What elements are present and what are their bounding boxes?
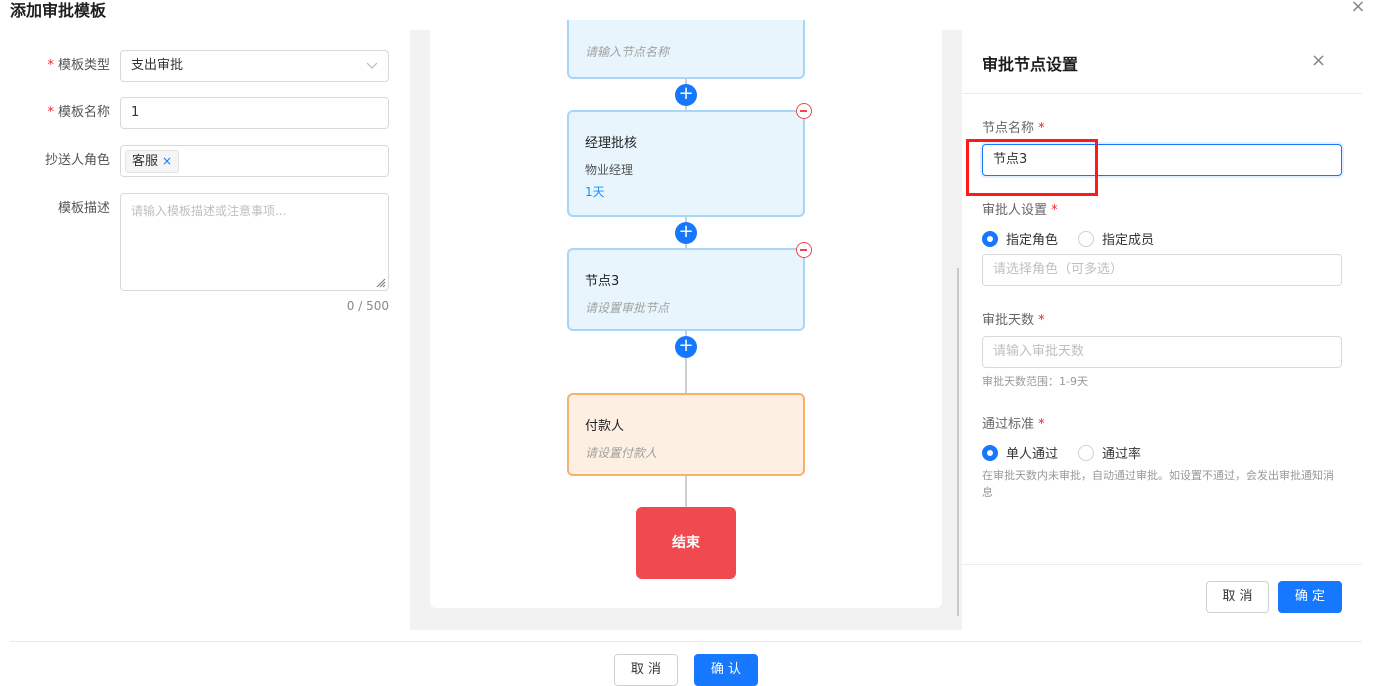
template-name-value: 1 (131, 105, 140, 120)
template-desc-label: 模板描述 (57, 201, 110, 216)
annotation-highlight-box (966, 139, 1098, 196)
approver-settings-label: 审批人设置 * (982, 203, 1058, 218)
node-role: 物业经理 (585, 163, 634, 177)
flow-node-3[interactable]: 节点3 请设置审批节点 (567, 248, 805, 331)
role-select-input[interactable]: 请选择角色（可多选） (982, 254, 1342, 286)
pass-criteria-label: 通过标准 * (982, 417, 1045, 432)
radio-checked-icon (982, 444, 998, 461)
dialog-close-icon[interactable]: × (1348, 0, 1368, 18)
radio-checked-icon (982, 230, 998, 247)
approval-days-help: 审批天数范围：1-9天 (982, 375, 1088, 388)
template-type-select[interactable]: 支出审批 (120, 50, 389, 82)
node-days: 1天 (585, 185, 605, 199)
node-hint: 请设置审批节点 (585, 301, 670, 315)
radio-specify-role[interactable]: 指定角色 (982, 229, 1058, 248)
panel-close-icon[interactable]: × (1311, 50, 1326, 71)
add-node-plus-icon[interactable]: + (675, 336, 697, 358)
node-title: 节点3 (585, 274, 620, 289)
flow-node-approver[interactable]: 请输入节点名称 (567, 20, 805, 79)
radio-pass-rate[interactable]: 通过率 (1078, 443, 1141, 462)
canvas-scrollbar[interactable] (957, 268, 959, 616)
node-title: 经理批核 (585, 136, 638, 151)
node-name-label: 节点名称 * (982, 121, 1045, 136)
add-node-plus-icon[interactable]: + (675, 222, 697, 244)
template-desc-textarea[interactable]: 请输入模板描述或注意事项... (120, 193, 389, 291)
role-select-placeholder: 请选择角色（可多选） (993, 262, 1124, 277)
cc-role-tag: 客服 × (125, 150, 180, 173)
template-name-input[interactable]: 1 (120, 97, 389, 129)
approval-days-input[interactable]: 请输入审批天数 (982, 336, 1342, 368)
required-mark: * (47, 58, 54, 73)
template-name-label: * 模板名称 (47, 105, 110, 120)
template-type-value: 支出审批 (131, 58, 184, 73)
dialog-footer-divider (10, 641, 1362, 642)
panel-divider (962, 93, 1362, 94)
panel-title: 审批节点设置 (982, 55, 1079, 74)
cc-role-label: 抄送人角色 (44, 153, 110, 168)
desc-char-counter: 0 / 500 (346, 299, 389, 313)
approval-days-placeholder: 请输入审批天数 (993, 344, 1085, 359)
template-type-label: * 模板类型 (47, 58, 110, 73)
resize-grip-icon[interactable] (374, 276, 386, 288)
flow-connector (685, 476, 687, 508)
flow-node-payer[interactable]: 付款人 请设置付款人 (567, 393, 805, 476)
dialog-title: 添加审批模板 (10, 1, 107, 20)
tag-remove-icon[interactable]: × (162, 154, 172, 168)
panel-footer-divider (962, 564, 1362, 565)
approval-days-label: 审批天数 * (982, 313, 1045, 328)
flow-node-end: 结束 (636, 507, 736, 579)
panel-ok-button[interactable]: 确 定 (1278, 581, 1342, 613)
cc-role-select[interactable]: 客服 × (120, 145, 389, 177)
radio-specify-member[interactable]: 指定成员 (1078, 229, 1154, 248)
add-node-plus-icon[interactable]: + (675, 84, 697, 106)
chevron-down-icon (366, 62, 378, 69)
dialog-confirm-button[interactable]: 确 认 (694, 654, 758, 686)
node-name-hint: 请输入节点名称 (585, 45, 670, 59)
panel-cancel-button[interactable]: 取 消 (1206, 581, 1269, 613)
node-hint: 请设置付款人 (585, 446, 658, 460)
radio-single-pass[interactable]: 单人通过 (982, 443, 1058, 462)
dialog-cancel-button[interactable]: 取 消 (614, 654, 678, 686)
remove-node-minus-icon[interactable] (796, 242, 812, 258)
remove-node-minus-icon[interactable] (796, 103, 812, 119)
required-mark: * (47, 105, 54, 120)
radio-unchecked-icon (1078, 230, 1094, 247)
flow-node-manager-review[interactable]: 经理批核 物业经理 1天 (567, 110, 805, 217)
template-desc-placeholder: 请输入模板描述或注意事项... (131, 204, 287, 218)
pass-criteria-help: 在审批天数内未审批，自动通过审批。如设置不通过，会发出审批通知消息 (982, 469, 1334, 499)
radio-unchecked-icon (1078, 444, 1094, 461)
node-title: 付款人 (585, 419, 625, 434)
